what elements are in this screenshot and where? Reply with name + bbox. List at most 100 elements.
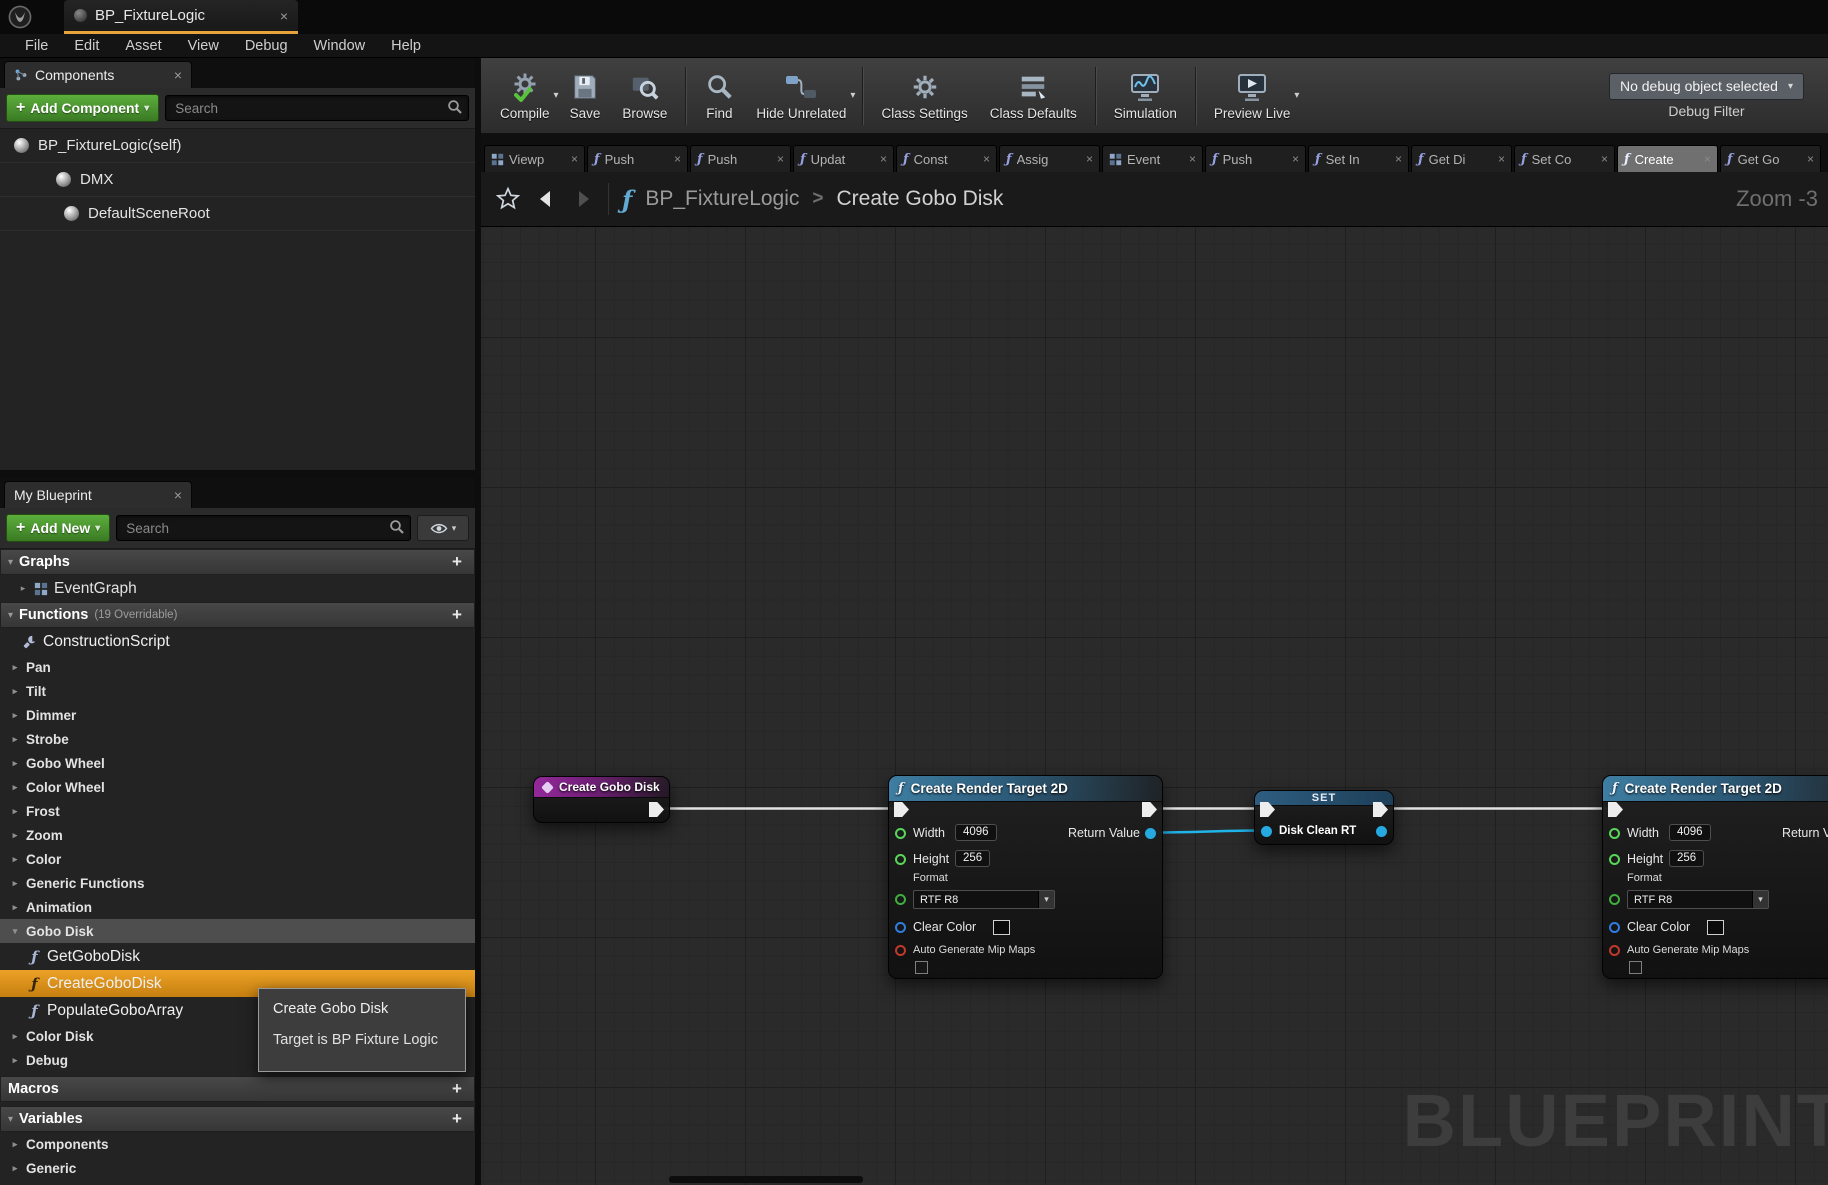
collapse-caret-icon[interactable]: ▸ xyxy=(10,878,20,889)
format-pin[interactable] xyxy=(1609,894,1620,905)
expand-caret-icon[interactable]: ▾ xyxy=(8,1114,13,1125)
menu-file[interactable]: File xyxy=(12,34,61,57)
favorite-star-icon[interactable] xyxy=(495,186,521,212)
auto-generate-mip-maps-pin[interactable] xyxy=(1609,945,1620,956)
list-item-constructionscript[interactable]: ConstructionScript xyxy=(0,628,475,655)
graph-tab-set-in[interactable]: ƒSet In× xyxy=(1308,145,1409,172)
collapse-caret-icon[interactable]: ▸ xyxy=(10,758,20,769)
graph-tab-push-3[interactable]: ƒPush× xyxy=(1205,145,1306,172)
graph-tab-assign[interactable]: ƒAssig× xyxy=(999,145,1100,172)
expand-caret-icon[interactable]: ▾ xyxy=(10,926,20,937)
format-dropdown[interactable]: RTF R8 ▾ xyxy=(913,890,1055,909)
function-category-zoom[interactable]: ▸Zoom xyxy=(0,823,475,847)
compile-button[interactable]: Compile xyxy=(489,58,561,133)
close-icon[interactable]: × xyxy=(983,152,990,166)
format-pin[interactable] xyxy=(895,894,906,905)
function-category-strobe[interactable]: ▸Strobe xyxy=(0,727,475,751)
collapse-caret-icon[interactable]: ▸ xyxy=(18,583,28,594)
function-category-gobo-wheel[interactable]: ▸Gobo Wheel xyxy=(0,751,475,775)
collapse-caret-icon[interactable]: ▸ xyxy=(10,1031,20,1042)
height-input[interactable]: 256 xyxy=(1669,850,1704,867)
format-dropdown[interactable]: RTF R8 ▾ xyxy=(1627,890,1769,909)
node-create-render-target-2d[interactable]: ƒ Create Render Target 2D Width 4096 Ret… xyxy=(888,775,1163,979)
close-icon[interactable]: × xyxy=(280,8,288,24)
menu-debug[interactable]: Debug xyxy=(232,34,301,57)
collapse-caret-icon[interactable]: ▸ xyxy=(10,782,20,793)
breadcrumb-graph[interactable]: Create Gobo Disk xyxy=(837,187,1004,211)
collapse-caret-icon[interactable]: ▸ xyxy=(10,662,20,673)
list-item-eventgraph[interactable]: ▸ EventGraph xyxy=(0,575,475,602)
function-category-frost[interactable]: ▸Frost xyxy=(0,799,475,823)
graph-tab-get-go[interactable]: ƒGet Go× xyxy=(1720,145,1821,172)
close-icon[interactable]: × xyxy=(1601,152,1608,166)
collapse-caret-icon[interactable]: ▸ xyxy=(10,734,20,745)
menu-edit[interactable]: Edit xyxy=(61,34,112,57)
disk-clean-rt-out-pin[interactable] xyxy=(1376,826,1387,837)
clear-color-pin[interactable] xyxy=(1609,922,1620,933)
tab-components[interactable]: Components × xyxy=(4,61,192,88)
function-category-generic-functions[interactable]: ▸Generic Functions xyxy=(0,871,475,895)
forward-arrow-icon[interactable] xyxy=(571,187,595,211)
exec-in-pin[interactable] xyxy=(894,802,909,817)
graph-tab-create-active[interactable]: ƒCreate× xyxy=(1617,145,1718,172)
add-variable-icon[interactable]: + xyxy=(447,1109,467,1129)
menu-help[interactable]: Help xyxy=(378,34,434,57)
graph-tab-get-di[interactable]: ƒGet Di× xyxy=(1411,145,1512,172)
collapse-caret-icon[interactable]: ▸ xyxy=(10,686,20,697)
function-category-color-wheel[interactable]: ▸Color Wheel xyxy=(0,775,475,799)
node-set-disk-clean-rt[interactable]: SET Disk Clean RT xyxy=(1254,790,1394,845)
tree-item-defaultsceneroot[interactable]: DefaultSceneRoot xyxy=(0,197,475,231)
browse-button[interactable]: Browse xyxy=(611,58,678,133)
hide-unrelated-chevron-icon[interactable]: ▾ xyxy=(850,90,855,101)
class-defaults-button[interactable]: Class Defaults xyxy=(979,58,1088,133)
section-header-macros[interactable]: Macros + xyxy=(0,1076,475,1102)
height-pin[interactable] xyxy=(895,854,906,865)
exec-out-pin[interactable] xyxy=(649,802,664,817)
back-arrow-icon[interactable] xyxy=(534,187,558,211)
preview-live-button[interactable]: Preview Live xyxy=(1203,58,1302,133)
width-pin[interactable] xyxy=(895,828,906,839)
variable-category-components[interactable]: ▸Components xyxy=(0,1132,475,1156)
collapse-caret-icon[interactable]: ▸ xyxy=(10,1055,20,1066)
close-icon[interactable]: × xyxy=(1498,152,1505,166)
breadcrumb-asset[interactable]: BP_FixtureLogic xyxy=(645,187,799,211)
height-input[interactable]: 256 xyxy=(955,850,990,867)
graph-tab-viewport[interactable]: Viewp × xyxy=(484,145,585,172)
tree-item-dmx[interactable]: DMX xyxy=(0,163,475,197)
graph-tab-push-1[interactable]: ƒPush× xyxy=(587,145,688,172)
graph-tab-set-co[interactable]: ƒSet Co× xyxy=(1514,145,1615,172)
function-category-dimmer[interactable]: ▸Dimmer xyxy=(0,703,475,727)
graph-tab-push-2[interactable]: ƒPush× xyxy=(690,145,791,172)
width-pin[interactable] xyxy=(1609,828,1620,839)
close-icon[interactable]: × xyxy=(777,152,784,166)
close-icon[interactable]: × xyxy=(1704,152,1711,166)
my-blueprint-search-input[interactable] xyxy=(116,515,411,541)
close-icon[interactable]: × xyxy=(1807,152,1814,166)
menu-asset[interactable]: Asset xyxy=(112,34,174,57)
add-new-button[interactable]: + Add New ▾ xyxy=(6,514,110,542)
simulation-button[interactable]: Simulation xyxy=(1103,58,1188,133)
auto-generate-mip-maps-pin[interactable] xyxy=(895,945,906,956)
hide-unrelated-button[interactable]: Hide Unrelated xyxy=(745,58,857,133)
collapse-caret-icon[interactable]: ▸ xyxy=(10,902,20,913)
section-header-graphs[interactable]: ▾ Graphs + xyxy=(0,549,475,575)
close-icon[interactable]: × xyxy=(174,487,182,503)
clear-color-swatch[interactable] xyxy=(993,920,1010,935)
debug-object-dropdown[interactable]: No debug object selected ▾ xyxy=(1609,73,1804,100)
add-function-icon[interactable]: + xyxy=(447,605,467,625)
return-value-pin[interactable] xyxy=(1145,828,1156,839)
collapse-caret-icon[interactable]: ▸ xyxy=(10,830,20,841)
function-category-tilt[interactable]: ▸Tilt xyxy=(0,679,475,703)
expand-caret-icon[interactable]: ▾ xyxy=(8,557,13,568)
menu-window[interactable]: Window xyxy=(301,34,379,57)
auto-generate-mip-maps-checkbox[interactable] xyxy=(1629,961,1642,974)
width-input[interactable]: 4096 xyxy=(1669,824,1711,841)
asset-tab-bp-fixturelogic[interactable]: BP_FixtureLogic × xyxy=(64,0,298,34)
tab-my-blueprint[interactable]: My Blueprint × xyxy=(4,481,192,508)
close-icon[interactable]: × xyxy=(1086,152,1093,166)
add-graph-icon[interactable]: + xyxy=(447,552,467,572)
canvas-horizontal-scrollbar[interactable] xyxy=(669,1176,863,1183)
function-category-gobo-disk[interactable]: ▾Gobo Disk xyxy=(0,919,475,943)
close-icon[interactable]: × xyxy=(880,152,887,166)
section-header-variables[interactable]: ▾ Variables + xyxy=(0,1106,475,1132)
